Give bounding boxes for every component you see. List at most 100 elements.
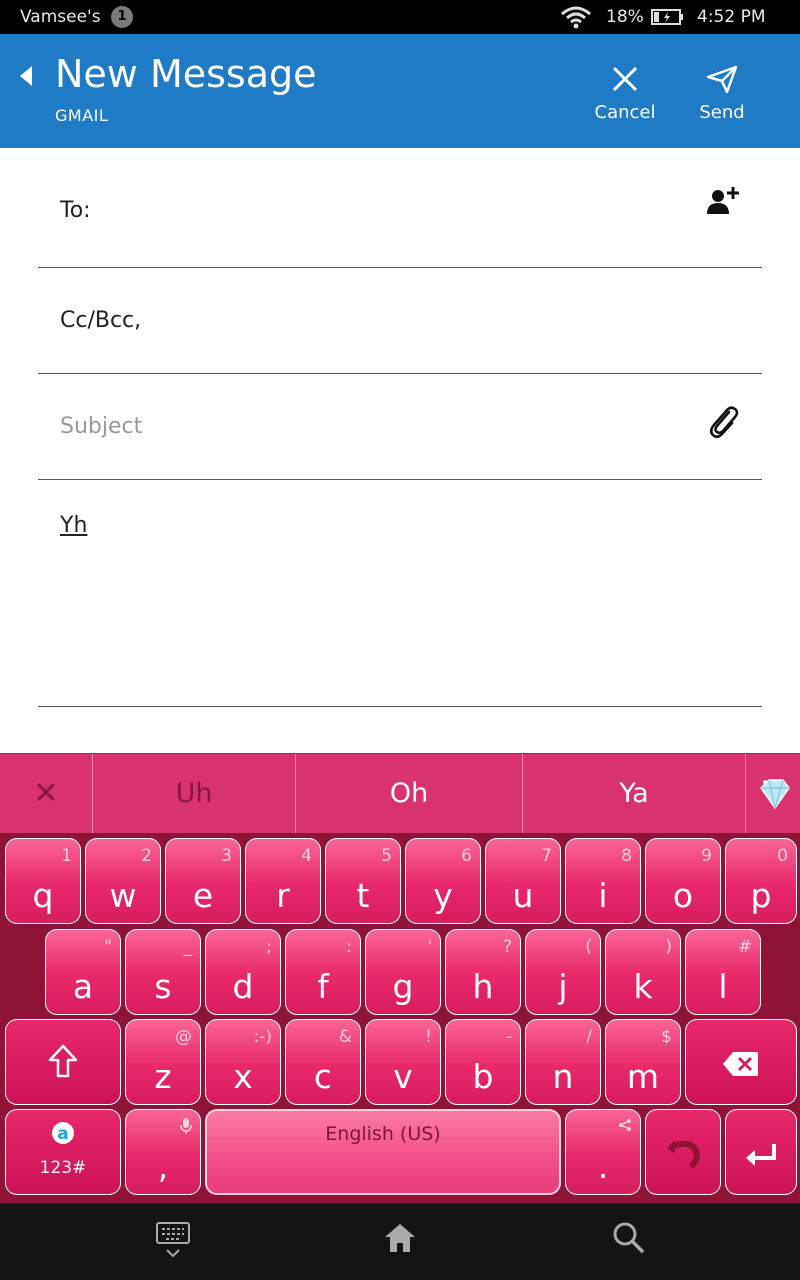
key-h[interactable]: ? h: [445, 929, 521, 1015]
key-alt-char: 5: [381, 846, 392, 866]
key-alt-char: 0: [777, 846, 788, 866]
space-bar[interactable]: English (US): [205, 1109, 561, 1195]
key-char: i: [598, 876, 608, 915]
key-d[interactable]: ; d: [205, 929, 281, 1015]
key-char: ,: [157, 1147, 169, 1186]
key-alt-char: 4: [301, 846, 312, 866]
key-j[interactable]: (j: [525, 929, 601, 1015]
key-alt-char: ;: [266, 937, 272, 957]
attachment-icon[interactable]: [708, 404, 740, 444]
notification-count-badge[interactable]: 1: [111, 6, 133, 28]
key-char: v: [393, 1057, 413, 1096]
cancel-label: Cancel: [594, 102, 656, 123]
back-arrow-icon[interactable]: [18, 64, 34, 92]
key-char: h: [472, 967, 494, 1006]
key-alt-char: /: [586, 1027, 592, 1047]
suggestion-item[interactable]: Oh: [296, 754, 523, 834]
key-e[interactable]: 3e: [165, 838, 241, 924]
key-f[interactable]: :f: [285, 929, 361, 1015]
device-owner-name: Vamsee's: [20, 7, 101, 27]
home-icon[interactable]: [383, 1221, 417, 1259]
account-subtitle: GMAIL: [55, 106, 109, 125]
key-a[interactable]: " a: [45, 929, 121, 1015]
undo-icon: [646, 1128, 720, 1176]
subject-placeholder: Subject: [60, 414, 143, 439]
send-label: Send: [699, 102, 745, 123]
suggestion-item[interactable]: Ya: [523, 754, 746, 834]
key-char: x: [233, 1057, 253, 1096]
backspace-key[interactable]: [685, 1019, 797, 1105]
key-char: z: [154, 1057, 172, 1096]
key-l[interactable]: # l: [685, 929, 761, 1015]
key-alt-char: 1: [61, 846, 72, 866]
close-suggestions-button[interactable]: ✕: [0, 754, 93, 834]
key-alt-char: :: [346, 937, 352, 957]
key-y[interactable]: 6y: [405, 838, 481, 924]
key-char: d: [232, 967, 254, 1006]
subject-field[interactable]: Subject: [38, 374, 762, 480]
key-v[interactable]: ! v: [365, 1019, 441, 1105]
key-g[interactable]: ' g: [365, 929, 441, 1015]
backspace-icon: [686, 1047, 796, 1086]
enter-key[interactable]: [725, 1109, 797, 1195]
key-char: k: [633, 967, 653, 1006]
key-z[interactable]: @ z: [125, 1019, 201, 1105]
key-x[interactable]: :-) x: [205, 1019, 281, 1105]
key-alt-char: -: [505, 1027, 512, 1047]
key-k[interactable]: ) k: [605, 929, 681, 1015]
key-char: y: [433, 876, 453, 915]
send-button[interactable]: Send: [677, 64, 767, 123]
battery-percent: 18%: [606, 7, 644, 27]
key-o[interactable]: 9o: [645, 838, 721, 924]
wifi-icon: [560, 5, 592, 34]
system-nav-bar: [0, 1203, 800, 1280]
key-r[interactable]: 4r: [245, 838, 321, 924]
key-char: p: [750, 876, 772, 915]
cc-bcc-field[interactable]: Cc/Bcc,: [38, 268, 762, 374]
key-char: u: [512, 876, 534, 915]
key-q[interactable]: 1q: [5, 838, 81, 924]
key-c[interactable]: & c: [285, 1019, 361, 1105]
key-s[interactable]: _ s: [125, 929, 201, 1015]
key-b[interactable]: -b: [445, 1019, 521, 1105]
key-n[interactable]: / n: [525, 1019, 601, 1105]
status-bar: Vamsee's 1 18% 4:52 PM: [0, 0, 800, 34]
key-m[interactable]: $ m: [605, 1019, 681, 1105]
key-alt-char: @: [175, 1027, 192, 1047]
space-bar-language-label: English (US): [325, 1123, 441, 1145]
symbols-key[interactable]: a 123#: [5, 1109, 121, 1195]
search-icon[interactable]: [612, 1221, 646, 1259]
key-char: r: [276, 876, 290, 915]
suggestion-item[interactable]: Uh: [93, 754, 296, 834]
key-char: j: [558, 967, 568, 1006]
undo-key[interactable]: [645, 1109, 721, 1195]
key-t[interactable]: 5t: [325, 838, 401, 924]
message-body-field[interactable]: Yh: [38, 480, 762, 707]
key-u[interactable]: 7u: [485, 838, 561, 924]
svg-text:a: a: [57, 1124, 68, 1144]
add-contact-icon[interactable]: [706, 186, 740, 220]
key-alt-char: (: [585, 937, 592, 957]
shift-key[interactable]: [5, 1019, 121, 1105]
to-field[interactable]: To:: [38, 148, 762, 268]
message-body-text: Yh: [60, 513, 88, 538]
key-alt-char: _: [183, 937, 193, 957]
key-char: o: [672, 876, 694, 915]
share-icon: [618, 1117, 632, 1137]
keyboard-hide-icon[interactable]: [155, 1221, 191, 1265]
comma-key[interactable]: ,: [125, 1109, 201, 1195]
key-w[interactable]: 2w: [85, 838, 161, 924]
app-logo-icon: a: [6, 1120, 120, 1151]
key-alt-char: 7: [541, 846, 552, 866]
key-alt-char: ?: [502, 937, 512, 957]
period-key[interactable]: .: [565, 1109, 641, 1195]
key-char: g: [392, 967, 414, 1006]
key-p[interactable]: 0p: [725, 838, 797, 924]
theme-gem-icon[interactable]: [746, 754, 800, 834]
battery-charging-icon: [651, 8, 685, 31]
key-char: .: [597, 1147, 609, 1186]
key-alt-char: ": [104, 937, 112, 957]
key-char: l: [718, 967, 728, 1006]
cancel-button[interactable]: Cancel: [580, 64, 670, 123]
key-i[interactable]: 8i: [565, 838, 641, 924]
